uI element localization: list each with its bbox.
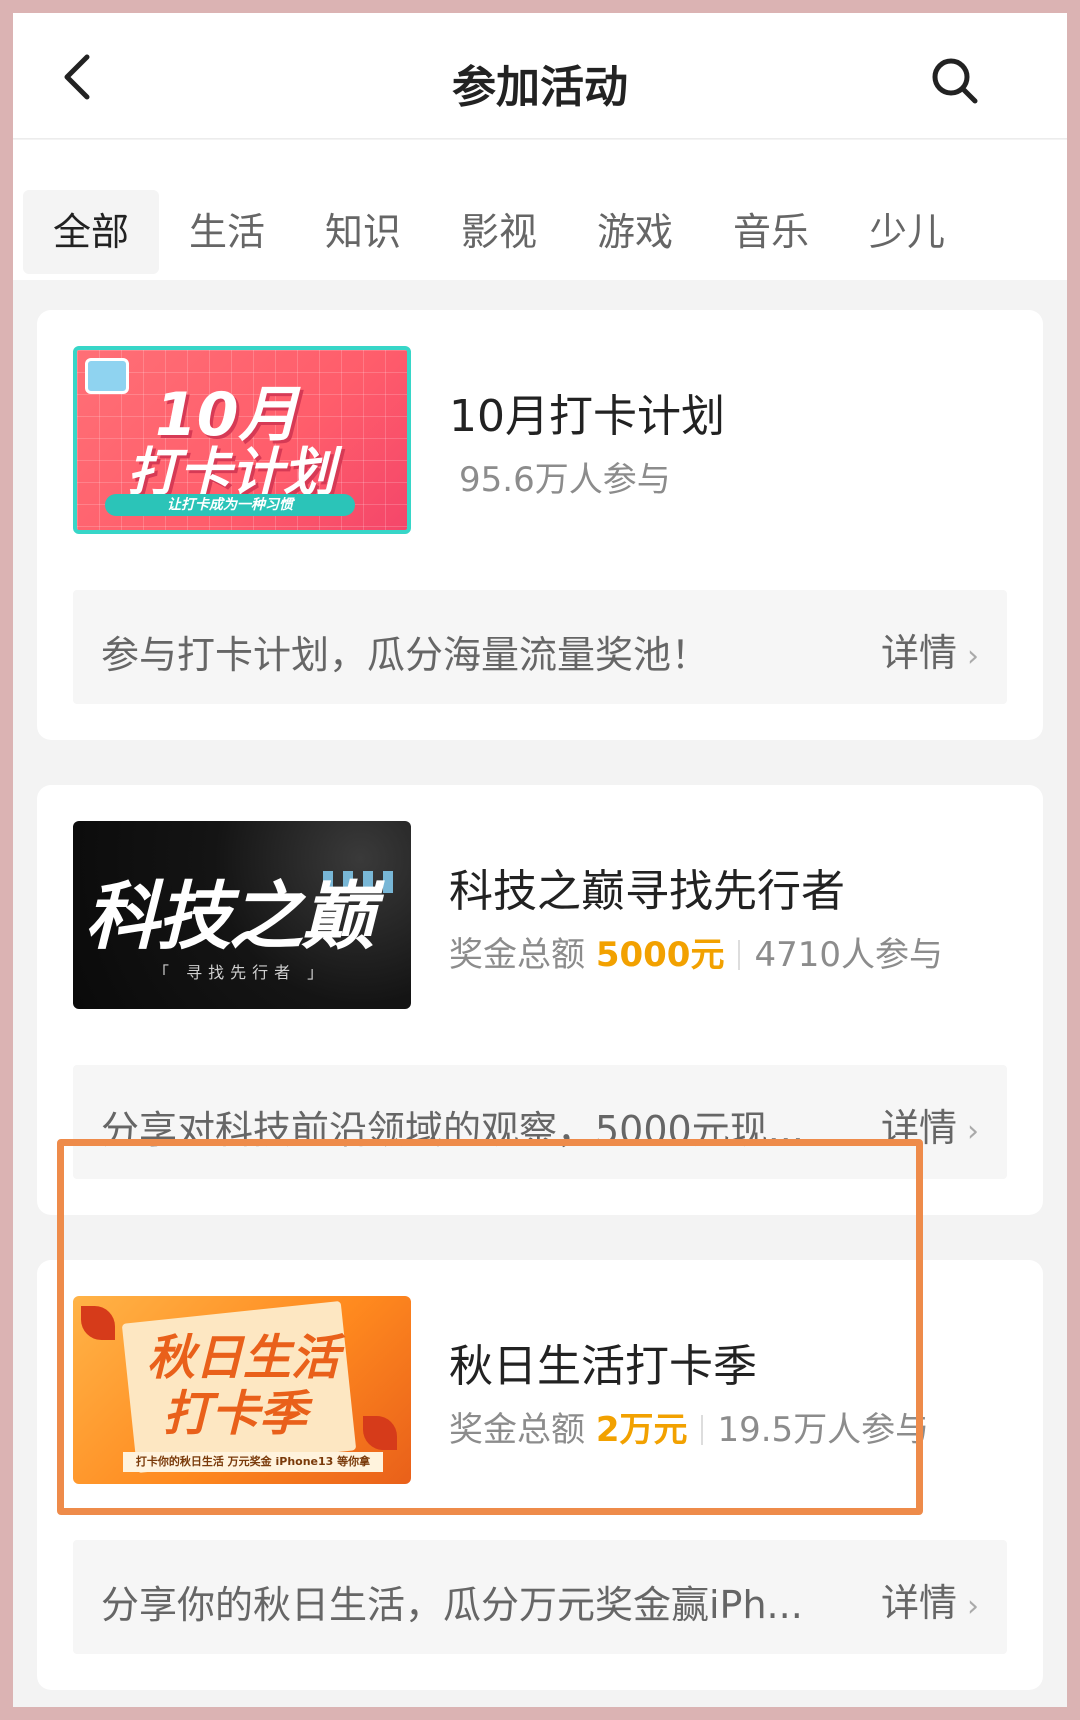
- activity-description-bar[interactable]: 参与打卡计划，瓜分海量流量奖池！ 详情 ›: [73, 590, 1007, 704]
- thumbnail-slogan: 「 寻找先行者 」: [153, 963, 330, 982]
- details-link[interactable]: 详情 ›: [881, 1097, 979, 1152]
- activity-thumbnail[interactable]: 秋日生活 打卡季 打卡你的秋日生活 万元奖金 iPhone13 等你拿: [73, 1296, 411, 1484]
- activity-description-bar[interactable]: 分享你的秋日生活，瓜分万元奖金赢iPh... 详情 ›: [73, 1540, 1007, 1654]
- search-icon: [932, 58, 978, 104]
- search-button[interactable]: [927, 53, 983, 109]
- prize-amount: 2万元: [595, 1410, 688, 1450]
- details-label: 详情: [880, 631, 957, 675]
- thumbnail-headline: 科技之巅: [85, 874, 375, 960]
- details-label: 详情: [880, 1581, 957, 1625]
- tab-life[interactable]: 生活: [159, 190, 295, 274]
- category-tabs: 全部 生活 知识 影视 游戏 音乐 少儿: [13, 140, 1067, 280]
- activity-card[interactable]: 秋日生活 打卡季 打卡你的秋日生活 万元奖金 iPhone13 等你拿 秋日生活…: [37, 1260, 1043, 1690]
- activity-meta: 奖金总额 5000元 4710人参与: [449, 927, 943, 976]
- prize-label: 奖金总额: [449, 935, 585, 975]
- activity-description: 参与打卡计划，瓜分海量流量奖池！: [101, 633, 710, 677]
- details-link[interactable]: 详情 ›: [881, 622, 979, 677]
- chevron-right-icon: ›: [967, 1589, 979, 1624]
- details-link[interactable]: 详情 ›: [881, 1572, 979, 1627]
- divider: [738, 940, 741, 970]
- tv-icon: [85, 358, 129, 394]
- top-bar: 参加活动: [13, 13, 1067, 139]
- divider: [701, 1415, 704, 1445]
- participant-count: 95.6万人参与: [459, 460, 671, 500]
- activity-description: 分享对科技前沿领域的观察，5000元现...: [101, 1108, 804, 1152]
- participant-count: 4710人参与: [754, 935, 943, 975]
- app-screen: 参加活动 全部 生活 知识 影视 游戏 音乐 少儿 10月 打卡计划 让打卡成为…: [13, 13, 1067, 1707]
- tab-film[interactable]: 影视: [431, 190, 567, 274]
- tab-games[interactable]: 游戏: [567, 190, 703, 274]
- chevron-right-icon: ›: [967, 639, 979, 674]
- tab-knowledge[interactable]: 知识: [295, 190, 431, 274]
- thumbnail-headline: 打卡季: [163, 1386, 308, 1442]
- tab-kids[interactable]: 少儿: [839, 190, 975, 274]
- activity-thumbnail[interactable]: 10月 打卡计划 让打卡成为一种习惯: [73, 346, 411, 534]
- activity-title[interactable]: 科技之巅寻找先行者: [449, 855, 845, 919]
- activity-thumbnail[interactable]: 科技之巅 「 寻找先行者 」: [73, 821, 411, 1009]
- prize-amount: 5000元: [595, 935, 725, 975]
- activity-card[interactable]: 10月 打卡计划 让打卡成为一种习惯 10月打卡计划 95.6万人参与 参与打卡…: [37, 310, 1043, 740]
- thumbnail-slogan: 让打卡成为一种习惯: [105, 494, 355, 516]
- details-label: 详情: [880, 1106, 957, 1150]
- leaf-decoration: [363, 1416, 397, 1450]
- page-title: 参加活动: [452, 62, 628, 113]
- tab-all[interactable]: 全部: [23, 190, 159, 274]
- activity-meta: 奖金总额 2万元 19.5万人参与: [449, 1402, 929, 1451]
- activity-title[interactable]: 秋日生活打卡季: [449, 1330, 757, 1394]
- thumbnail-slogan: 打卡你的秋日生活 万元奖金 iPhone13 等你拿: [123, 1452, 383, 1472]
- tab-music[interactable]: 音乐: [703, 190, 839, 274]
- activity-card[interactable]: 科技之巅 「 寻找先行者 」 科技之巅寻找先行者 奖金总额 5000元 4710人…: [37, 785, 1043, 1215]
- prize-label: 奖金总额: [449, 1410, 585, 1450]
- activity-description: 分享你的秋日生活，瓜分万元奖金赢iPh...: [101, 1583, 803, 1627]
- activity-title[interactable]: 10月打卡计划: [449, 380, 725, 444]
- activity-description-bar[interactable]: 分享对科技前沿领域的观察，5000元现... 详情 ›: [73, 1065, 1007, 1179]
- leaf-decoration: [81, 1306, 115, 1340]
- chevron-right-icon: ›: [967, 1114, 979, 1149]
- participant-count: 19.5万人参与: [717, 1410, 930, 1450]
